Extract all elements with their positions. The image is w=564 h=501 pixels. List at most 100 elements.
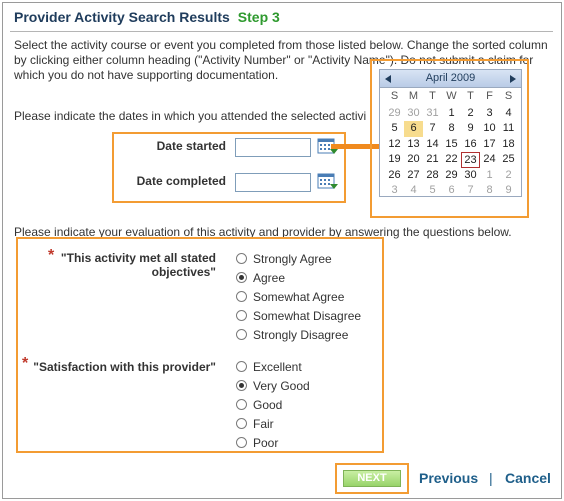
- title-divider: [10, 31, 553, 32]
- calendar-grid: S M T W T F S 29 30 31 1 2 3 4 5 6 7 8 9 10 11 12 13 14 15 16 17 18…: [380, 88, 521, 199]
- weekday-header: M: [408, 90, 419, 102]
- weekday-header: S: [504, 90, 513, 102]
- calendar-day[interactable]: 12: [385, 137, 404, 153]
- calendar-day[interactable]: 5: [423, 183, 442, 199]
- calendar-day[interactable]: 4: [404, 183, 423, 199]
- radio-option-label: Agree: [253, 270, 286, 285]
- calendar-day[interactable]: 14: [423, 137, 442, 153]
- weekday-header: F: [486, 90, 493, 102]
- question-satisfaction-label: "Satisfaction with this provider": [33, 360, 216, 374]
- calendar-day[interactable]: 21: [423, 152, 442, 168]
- radio-option[interactable]: Agree: [236, 268, 285, 287]
- calendar-day[interactable]: 1: [442, 106, 461, 122]
- radio-option[interactable]: Somewhat Disagree: [236, 306, 361, 325]
- calendar-popup: April 2009 S M T W T F S 29 30 31 1 2 3 4 5 6 7 8 9 10 11 12 1…: [379, 69, 522, 197]
- next-month-icon[interactable]: [510, 75, 516, 83]
- calendar-day[interactable]: 9: [461, 121, 480, 137]
- radio-button[interactable]: [236, 437, 247, 448]
- calendar-day[interactable]: 4: [499, 106, 518, 122]
- calendar-day[interactable]: 6: [442, 183, 461, 199]
- radio-option-label: Very Good: [253, 378, 310, 393]
- calendar-day[interactable]: 24: [480, 152, 499, 168]
- radio-option-label: Strongly Disagree: [253, 327, 349, 342]
- calendar-day[interactable]: 9: [499, 183, 518, 199]
- calendar-day[interactable]: 31: [423, 106, 442, 122]
- radio-option[interactable]: Very Good: [236, 376, 310, 395]
- calendar-day[interactable]: 28: [423, 168, 442, 184]
- radio-button[interactable]: [236, 399, 247, 410]
- evaluation-highlight-box: * "This activity met all stated objectiv…: [16, 237, 384, 453]
- radio-button[interactable]: [236, 418, 247, 429]
- radio-option[interactable]: Fair: [236, 414, 274, 433]
- calendar-month-label: April 2009: [425, 72, 476, 84]
- calendar-day[interactable]: 13: [404, 137, 423, 153]
- calendar-day[interactable]: 30: [404, 106, 423, 122]
- calendar-day[interactable]: 30: [461, 168, 480, 184]
- calendar-day[interactable]: 8: [480, 183, 499, 199]
- calendar-day[interactable]: 16: [461, 137, 480, 153]
- date-completed-label: Date completed: [136, 174, 226, 188]
- calendar-day[interactable]: 25: [499, 152, 518, 168]
- previous-link[interactable]: Previous: [419, 470, 478, 486]
- calendar-day[interactable]: 15: [442, 137, 461, 153]
- radio-button[interactable]: [236, 272, 247, 283]
- calendar-day[interactable]: 17: [480, 137, 499, 153]
- calendar-day[interactable]: 5: [385, 121, 404, 137]
- title-text: Provider Activity Search Results: [14, 9, 230, 25]
- cancel-link[interactable]: Cancel: [505, 470, 551, 486]
- radio-option[interactable]: Good: [236, 395, 282, 414]
- calendar-day[interactable]: 18: [499, 137, 518, 153]
- calendar-day[interactable]: 22: [442, 152, 461, 168]
- radio-option-label: Poor: [253, 435, 279, 450]
- required-mark: *: [48, 247, 55, 264]
- question-objectives-label: "This activity met all stated objectives…: [60, 251, 216, 279]
- calendar-day[interactable]: 3: [385, 183, 404, 199]
- weekday-header: W: [446, 90, 457, 102]
- calendar-day[interactable]: 19: [385, 152, 404, 168]
- radio-button[interactable]: [236, 361, 247, 372]
- calendar-day[interactable]: 29: [442, 168, 461, 184]
- next-highlight-box: NEXT: [335, 463, 409, 494]
- calendar-day[interactable]: 7: [461, 183, 480, 199]
- calendar-day[interactable]: 8: [442, 121, 461, 137]
- calendar-day[interactable]: 1: [480, 168, 499, 184]
- date-completed-input[interactable]: [235, 173, 311, 192]
- weekday-header: T: [429, 90, 436, 102]
- radio-option-label: Good: [253, 397, 283, 412]
- date-completed-calendar-icon[interactable]: [317, 173, 339, 191]
- next-button[interactable]: NEXT: [343, 470, 401, 487]
- radio-option[interactable]: Strongly Agree: [236, 249, 332, 268]
- calendar-day[interactable]: 7: [423, 121, 442, 137]
- calendar-day[interactable]: 2: [461, 106, 480, 122]
- link-separator: |: [489, 470, 493, 486]
- weekday-header: S: [390, 90, 399, 102]
- calendar-header: April 2009: [380, 70, 521, 88]
- radio-button[interactable]: [236, 329, 247, 340]
- radio-button[interactable]: [236, 253, 247, 264]
- radio-button[interactable]: [236, 291, 247, 302]
- calendar-day[interactable]: 6: [404, 121, 423, 137]
- page-title: Provider Activity Search Results Step 3: [14, 9, 280, 25]
- date-started-input[interactable]: [235, 138, 311, 157]
- radio-option-label: Excellent: [253, 359, 302, 374]
- calendar-day[interactable]: 26: [385, 168, 404, 184]
- calendar-day[interactable]: 11: [499, 121, 518, 137]
- weekday-header: T: [467, 90, 474, 102]
- calendar-day[interactable]: 2: [499, 168, 518, 184]
- radio-option[interactable]: Strongly Disagree: [236, 325, 348, 344]
- radio-option-label: Fair: [253, 416, 274, 431]
- calendar-day[interactable]: 29: [385, 106, 404, 122]
- calendar-day[interactable]: 20: [404, 152, 423, 168]
- radio-option[interactable]: Poor: [236, 433, 278, 452]
- calendar-day[interactable]: 27: [404, 168, 423, 184]
- radio-option[interactable]: Excellent: [236, 357, 302, 376]
- radio-button[interactable]: [236, 380, 247, 391]
- calendar-day[interactable]: 10: [480, 121, 499, 137]
- calendar-highlight-box: April 2009 S M T W T F S 29 30 31 1 2 3 4 5 6 7 8 9 10 11 12 1…: [370, 59, 529, 218]
- calendar-day[interactable]: 3: [480, 106, 499, 122]
- calendar-day[interactable]: 23: [461, 152, 480, 168]
- radio-button[interactable]: [236, 310, 247, 321]
- step-indicator: Step 3: [237, 9, 280, 25]
- radio-option[interactable]: Somewhat Agree: [236, 287, 344, 306]
- radio-option-label: Somewhat Disagree: [253, 308, 362, 323]
